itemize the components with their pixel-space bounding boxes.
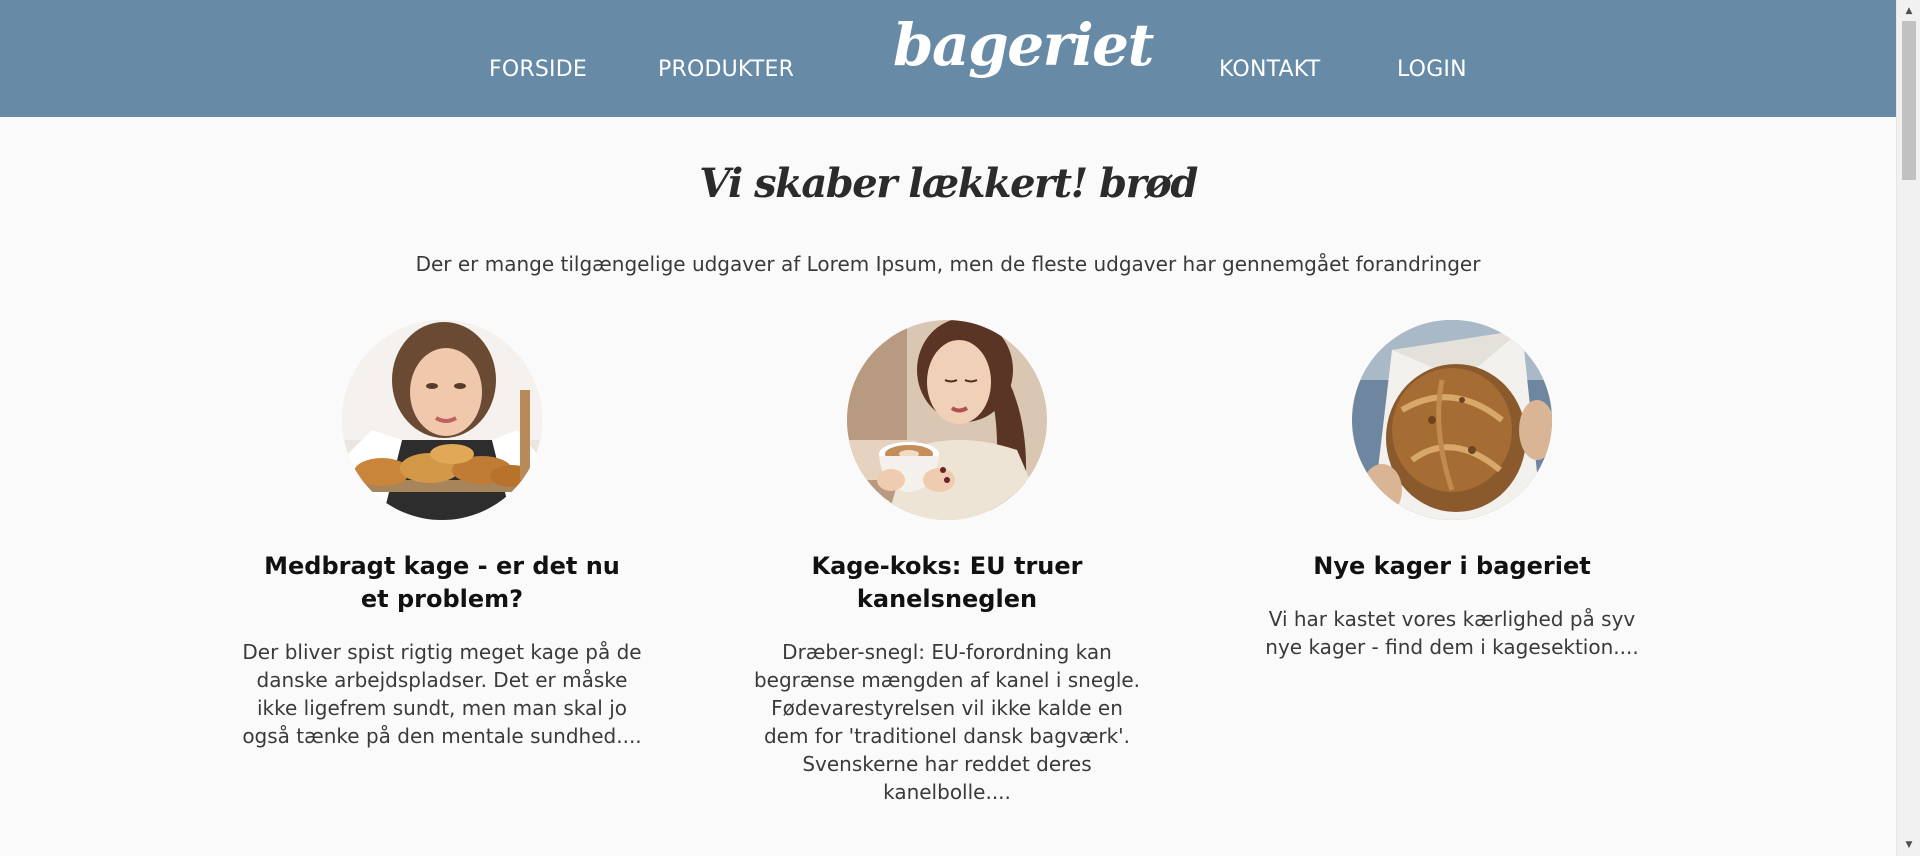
nav-produkter[interactable]: PRODUKTER <box>658 57 794 82</box>
card-title[interactable]: Kage-koks: EU truer kanelsneglen <box>737 550 1157 616</box>
nav-login[interactable]: LOGIN <box>1397 57 1467 82</box>
woman-with-coffee-image <box>847 320 1047 520</box>
logo[interactable]: bageriet <box>893 16 1154 74</box>
nav-kontakt[interactable]: KONTAKT <box>1219 57 1320 82</box>
card-title[interactable]: Medbragt kage - er det nu et problem? <box>232 550 652 616</box>
hero-title: Vi skaber lækkert! brød <box>699 160 1198 207</box>
scroll-up-icon[interactable]: ▲ <box>1897 2 1920 20</box>
bread-loaf-image <box>1352 320 1552 520</box>
card-title[interactable]: Nye kager i bageriet <box>1242 550 1662 583</box>
baker-with-pastries-image <box>342 320 542 520</box>
nav-forside[interactable]: FORSIDE <box>489 57 587 82</box>
card-text: Dræber-snegl: EU-forordning kan begrænse… <box>753 640 1141 804</box>
card-text: Vi har kastet vores kærlighed på syv nye… <box>1265 607 1639 659</box>
hero-subtitle: Der er mange tilgængelige udgaver af Lor… <box>415 252 1481 276</box>
scrollbar-thumb[interactable] <box>1902 21 1916 180</box>
news-card: Medbragt kage - er det nu et problem? De… <box>232 320 652 750</box>
news-card: Kage-koks: EU truer kanelsneglen Dræber-… <box>737 320 1157 806</box>
scroll-down-icon[interactable]: ▼ <box>1897 836 1920 854</box>
news-card: Nye kager i bageriet Vi har kastet vores… <box>1242 320 1662 661</box>
page-scrollbar[interactable]: ▲ ▼ <box>1896 0 1920 856</box>
card-text: Der bliver spist rigtig meget kage på de… <box>242 640 642 748</box>
site-header: FORSIDE PRODUKTER bageriet KONTAKT LOGIN <box>0 0 1896 117</box>
